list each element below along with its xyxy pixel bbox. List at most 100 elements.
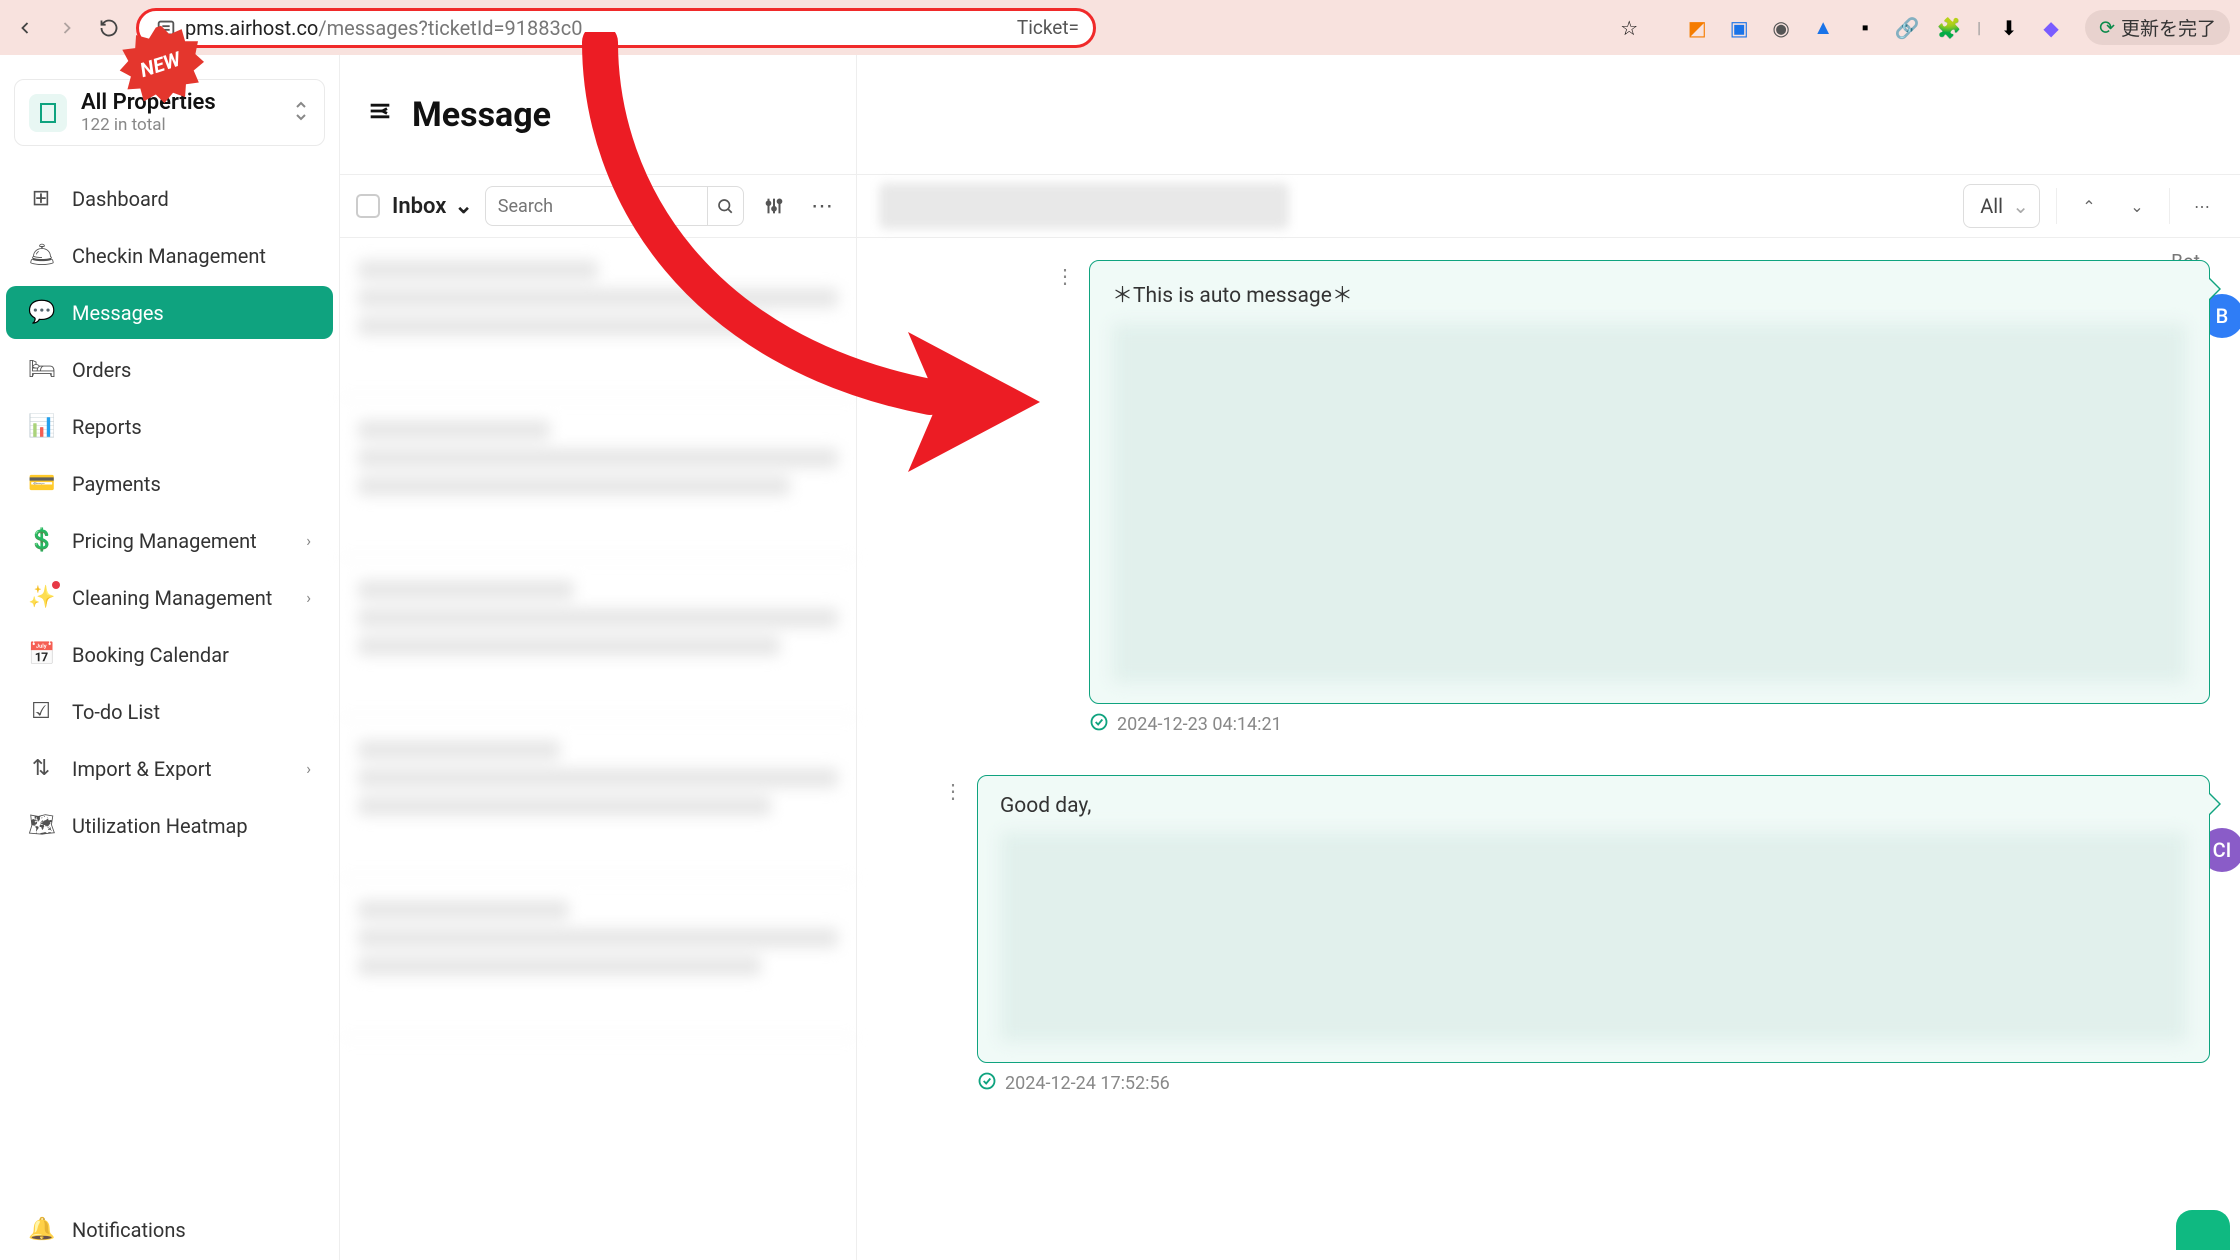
- bell-icon: 🔔: [28, 1217, 54, 1242]
- thread-toolbar: All ⌃ ⌄ ⋯: [857, 174, 2240, 238]
- chevron-updown-icon: [292, 100, 310, 126]
- message-row: ⋮ ＊This is auto message＊ 2024-12-23 04:1…: [1055, 260, 2210, 737]
- list-item[interactable]: [340, 558, 856, 718]
- message-row: ⋮ Good day, 2024-12-24 17:52:56: [943, 775, 2210, 1096]
- select-all-checkbox[interactable]: [356, 194, 380, 218]
- folder-label: Inbox: [392, 194, 446, 219]
- nav-label: Dashboard: [72, 187, 169, 211]
- sort-filter-icon[interactable]: [756, 188, 792, 224]
- nav-label: To-do List: [72, 700, 160, 724]
- message-header-icon: [366, 97, 394, 132]
- message-bubble: ＊This is auto message＊: [1089, 260, 2210, 704]
- message-body-redacted: [1112, 323, 2187, 683]
- extensions-puzzle-icon[interactable]: 🧩: [1935, 14, 1963, 42]
- nav-cleaning[interactable]: ✨Cleaning Management›: [6, 571, 333, 624]
- nav-label: Utilization Heatmap: [72, 814, 248, 838]
- nav-notifications[interactable]: 🔔Notifications: [6, 1203, 333, 1256]
- message-list[interactable]: [340, 238, 856, 1260]
- update-pill[interactable]: ⟳ 更新を完了: [2085, 10, 2230, 45]
- chevron-right-icon: ›: [306, 531, 311, 550]
- back-button[interactable]: [10, 13, 40, 43]
- timestamp: 2024-12-24 17:52:56: [1005, 1073, 1170, 1094]
- nav-label: Orders: [72, 358, 131, 382]
- ext-purple-drop-icon[interactable]: ◆: [2037, 14, 2065, 42]
- message-actions-icon[interactable]: ⋮: [943, 775, 963, 1096]
- divider: [2056, 188, 2057, 224]
- forward-button[interactable]: [52, 13, 82, 43]
- reports-icon: 📊: [28, 414, 54, 439]
- nav-label: Checkin Management: [72, 244, 266, 268]
- list-item[interactable]: [340, 398, 856, 558]
- message-text: ＊This is auto message＊: [1112, 279, 2187, 309]
- address-bar[interactable]: pms.airhost.co/messages?ticketId=91883c0…: [136, 8, 1096, 48]
- thread-column: All ⌃ ⌄ ⋯ Bot B CI ⋮ ＊This is auto messa…: [857, 55, 2240, 1260]
- nav-messages[interactable]: 💬Messages: [6, 286, 333, 339]
- nav-label: Reports: [72, 415, 142, 439]
- payments-icon: 💳: [28, 471, 54, 496]
- chevron-right-icon: ›: [306, 759, 311, 778]
- nav-payments[interactable]: 💳 Payments: [6, 457, 333, 510]
- prev-thread-button[interactable]: ⌃: [2073, 190, 2105, 222]
- nav-reports[interactable]: 📊 Reports: [6, 400, 333, 453]
- chevron-down-icon: ⌄: [454, 194, 472, 219]
- list-item[interactable]: [340, 238, 856, 398]
- search-input-wrap: [485, 186, 744, 226]
- nav-label: Import & Export: [72, 757, 212, 781]
- import-export-icon: ⇅: [28, 756, 54, 781]
- thread-more-icon[interactable]: ⋯: [2186, 190, 2218, 222]
- nav-import-export[interactable]: ⇅ Import & Export ›: [6, 742, 333, 795]
- property-subtitle: 122 in total: [81, 115, 216, 135]
- url-fragment: Ticket=: [1017, 16, 1079, 39]
- page-header: Message: [340, 55, 856, 174]
- sidebar: All Properties 122 in total ⊞Dashboard 🛎…: [0, 55, 340, 1260]
- delivered-check-icon: [1089, 712, 1109, 737]
- search-button[interactable]: [707, 186, 744, 226]
- contact-name-redacted: [879, 183, 1289, 229]
- ext-link-icon[interactable]: 🔗: [1893, 14, 1921, 42]
- chevron-right-icon: ›: [306, 588, 311, 607]
- nav-label: Payments: [72, 472, 161, 496]
- cleaning-icon: ✨: [28, 585, 54, 610]
- ext-triangle-icon[interactable]: ▲: [1809, 14, 1837, 42]
- delivered-check-icon: [977, 1071, 997, 1096]
- next-thread-button[interactable]: ⌄: [2121, 190, 2153, 222]
- nav-todo[interactable]: ☑ To-do List: [6, 685, 333, 738]
- list-item[interactable]: [340, 878, 856, 1038]
- building-icon: [29, 94, 67, 132]
- search-input[interactable]: [485, 186, 707, 226]
- bookmark-star-icon[interactable]: ☆: [1615, 14, 1643, 42]
- nav-checkin[interactable]: 🛎 Checkin Management: [6, 229, 333, 282]
- chat-fab[interactable]: [2176, 1210, 2230, 1250]
- nav-heatmap[interactable]: 🗺Utilization Heatmap: [6, 799, 333, 852]
- ext-analytics-icon[interactable]: ◩: [1683, 14, 1711, 42]
- nav-dashboard[interactable]: ⊞ Dashboard: [6, 172, 333, 225]
- message-timestamp-row: 2024-12-23 04:14:21: [1089, 712, 2210, 737]
- update-label: 更新を完了: [2121, 14, 2216, 41]
- message-list-column: Message Inbox ⌄ ⋯: [340, 55, 857, 1260]
- thread-body[interactable]: Bot B CI ⋮ ＊This is auto message＊ 2024-1…: [857, 238, 2240, 1260]
- nav-pricing[interactable]: 💲 Pricing Management ›: [6, 514, 333, 567]
- divider: [2169, 188, 2170, 224]
- nav-label: Booking Calendar: [72, 643, 229, 667]
- downloads-icon[interactable]: ⬇: [1995, 14, 2023, 42]
- nav-label: Pricing Management: [72, 529, 257, 553]
- checkin-icon: 🛎: [28, 243, 54, 268]
- ext-camera-icon[interactable]: ◉: [1767, 14, 1795, 42]
- message-timestamp-row: 2024-12-24 17:52:56: [977, 1071, 2210, 1096]
- dashboard-icon: ⊞: [28, 186, 54, 211]
- todo-icon: ☑: [28, 699, 54, 724]
- nav-booking-calendar[interactable]: 📅 Booking Calendar: [6, 628, 333, 681]
- calendar-icon: 📅: [28, 642, 54, 667]
- folder-dropdown[interactable]: Inbox ⌄: [392, 194, 473, 219]
- ext-dark-square-icon[interactable]: ▪: [1851, 14, 1879, 42]
- list-item[interactable]: [340, 718, 856, 878]
- pricing-icon: 💲: [28, 528, 54, 553]
- new-badge: NEW: [118, 24, 204, 110]
- ext-blue-box-icon[interactable]: ▣: [1725, 14, 1753, 42]
- nav-orders[interactable]: 🛏Orders: [6, 343, 333, 396]
- page-title: Message: [412, 95, 551, 135]
- thread-filter-dropdown[interactable]: All: [1963, 184, 2040, 228]
- messages-icon: 💬: [28, 300, 54, 325]
- more-horizontal-icon[interactable]: ⋯: [804, 188, 840, 224]
- message-actions-icon[interactable]: ⋮: [1055, 260, 1075, 737]
